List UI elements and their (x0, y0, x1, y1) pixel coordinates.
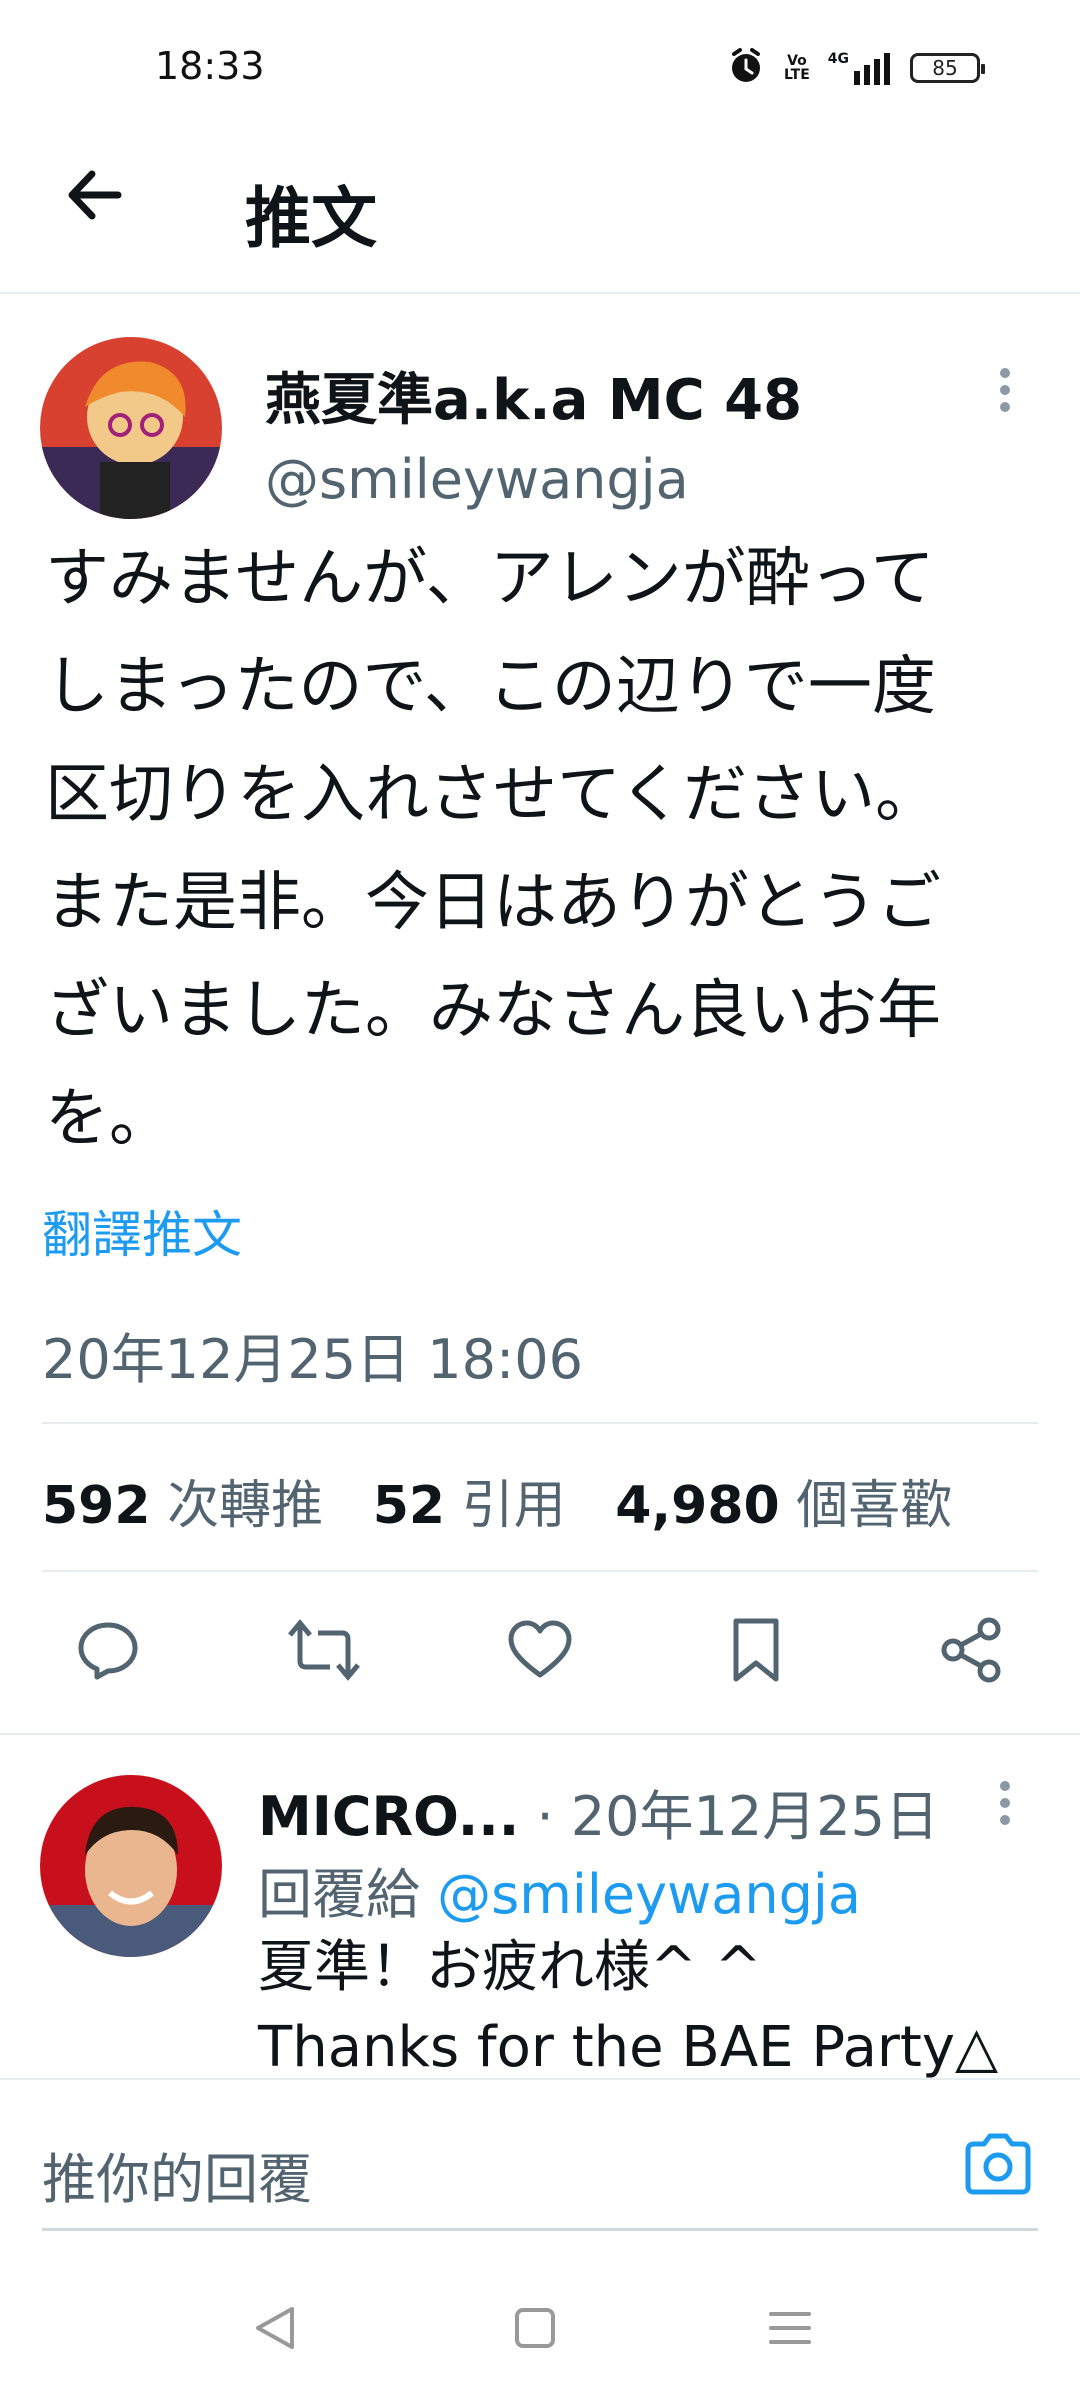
reply-date[interactable]: · 20年12月25日 (536, 1785, 938, 1848)
reply-input[interactable]: 推你的回覆 (42, 2135, 312, 2214)
reply-text: 夏準！お疲れ様^ ^ Thanks for the BAE Party△ (258, 1935, 999, 2080)
stats-divider-bottom (42, 1570, 1038, 1572)
author-handle[interactable]: @smileywangja (265, 448, 689, 511)
quotes-stat[interactable]: 52 引用 (373, 1476, 566, 1536)
share-icon (937, 1615, 1007, 1689)
retweet-icon (286, 1615, 362, 1689)
battery-indicator: 85 (910, 53, 985, 83)
translate-link[interactable]: 翻譯推文 (42, 1195, 242, 1267)
reply-author-avatar[interactable] (40, 1775, 222, 1957)
author-avatar[interactable] (40, 337, 222, 519)
retweets-stat[interactable]: 592 次轉推 (42, 1476, 323, 1536)
volte-indicator: Vo LTE (784, 53, 810, 83)
tweet-more-button[interactable] (990, 365, 1020, 419)
actions-divider (0, 1733, 1080, 1735)
camera-button[interactable] (962, 2132, 1034, 2200)
reply-replying-to: 回覆給 @smileywangja (258, 1863, 861, 1926)
replying-to-handle[interactable]: @smileywangja (437, 1863, 861, 1926)
share-button[interactable] (932, 1612, 1012, 1692)
nav-home-button[interactable] (505, 2300, 565, 2360)
reply-header: MICRO... · 20年12月25日 (258, 1772, 939, 1851)
nav-home-icon (513, 2306, 557, 2354)
nav-back-button[interactable] (245, 2300, 305, 2360)
like-icon (505, 1615, 575, 1689)
retweet-button[interactable] (284, 1612, 364, 1692)
camera-icon (962, 2133, 1034, 2200)
more-icon (990, 368, 1020, 419)
bookmark-icon (726, 1615, 786, 1689)
more-icon (990, 1781, 1020, 1832)
reply-more-button[interactable] (990, 1778, 1020, 1832)
nav-menu-icon (767, 2308, 813, 2352)
nav-back-icon (252, 2303, 298, 2357)
tweet-stats: 592 次轉推 52 引用 4,980 個喜歡 (42, 1463, 952, 1538)
reply-icon (73, 1615, 143, 1689)
author-name[interactable]: 燕夏準a.k.a MC 48 (265, 355, 802, 436)
signal-icon: 4G (828, 51, 892, 85)
status-icons: Vo LTE 4G 85 (726, 46, 985, 90)
alarm-icon (726, 46, 766, 90)
header-divider (0, 292, 1080, 294)
nav-menu-button[interactable] (760, 2300, 820, 2360)
composer-underline (42, 2228, 1038, 2231)
page-title: 推文 (245, 180, 377, 257)
tweet-text: すみませんが、アレンが酔って しまったので、この辺りで一度 区切りを入れさせてく… (45, 542, 941, 1156)
tweet-timestamp[interactable]: 20年12月25日 18:06 (42, 1315, 583, 1394)
reply-author-name[interactable]: MICRO... (258, 1785, 519, 1848)
status-time: 18:33 (155, 44, 265, 88)
back-arrow-icon (60, 170, 130, 234)
like-button[interactable] (500, 1612, 580, 1692)
reply-button[interactable] (68, 1612, 148, 1692)
back-button[interactable] (60, 160, 130, 234)
stats-divider-top (42, 1422, 1038, 1424)
bookmark-button[interactable] (716, 1612, 796, 1692)
likes-stat[interactable]: 4,980 個喜歡 (615, 1476, 952, 1536)
